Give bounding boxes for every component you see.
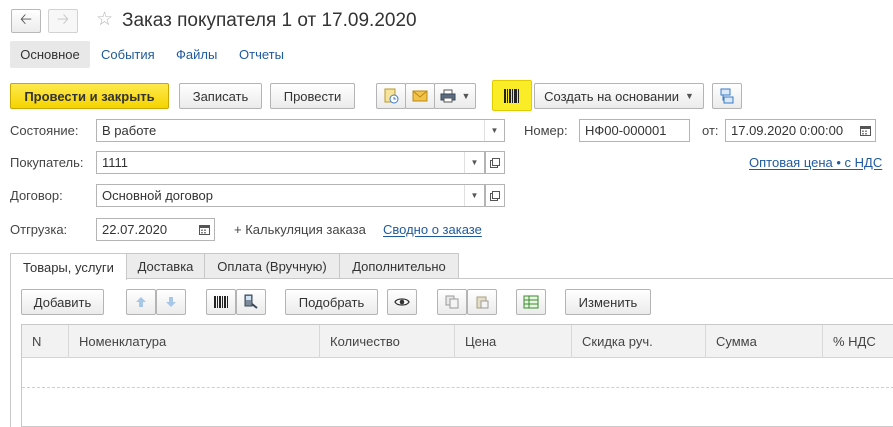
- tab-goods-services[interactable]: Товары, услуги: [10, 253, 127, 280]
- create-based-on-label: Создать на основании: [544, 88, 679, 104]
- page-title: Заказ покупателя 1 от 17.09.2020: [122, 10, 417, 31]
- data-collection-terminal-button[interactable]: [236, 289, 266, 315]
- column-header-discount[interactable]: Скидка руч.: [572, 325, 706, 358]
- open-window-icon: [490, 190, 500, 201]
- contract-label: Договор:: [10, 188, 63, 203]
- post-button[interactable]: Провести: [270, 83, 355, 109]
- column-header-quantity[interactable]: Количество: [320, 325, 455, 358]
- table-row[interactable]: [22, 358, 893, 388]
- column-header-n[interactable]: N: [22, 325, 69, 358]
- open-window-icon: [490, 157, 500, 168]
- column-header-price[interactable]: Цена: [455, 325, 572, 358]
- nav-tab-events[interactable]: События: [101, 47, 155, 63]
- shipment-date-value: 22.07.2020: [102, 222, 168, 237]
- chevron-down-icon[interactable]: ▼: [464, 185, 484, 206]
- view-button[interactable]: [387, 289, 417, 315]
- forward-button[interactable]: 🡢: [48, 9, 78, 33]
- chevron-down-icon[interactable]: ▼: [484, 120, 504, 141]
- order-summary-link[interactable]: Сводно о заказе: [383, 222, 482, 237]
- order-calc-toggle[interactable]: + Калькуляция заказа: [234, 222, 366, 237]
- arrow-up-icon: [135, 296, 147, 308]
- move-down-button[interactable]: [156, 289, 186, 315]
- structure-icon: [719, 88, 735, 104]
- terminal-icon: [243, 294, 259, 310]
- post-and-close-button[interactable]: Провести и закрыть: [10, 83, 169, 109]
- add-row-button[interactable]: Добавить: [21, 289, 104, 315]
- date-value: 17.09.2020 0:00:00: [731, 123, 844, 138]
- column-header-nomenclature[interactable]: Номенклатура: [69, 325, 320, 358]
- shipment-date-field[interactable]: 22.07.2020: [96, 218, 215, 241]
- open-buyer-button[interactable]: [485, 151, 505, 174]
- pick-items-button[interactable]: Подобрать: [285, 289, 378, 315]
- arrow-down-icon: [165, 296, 177, 308]
- document-history-icon: [383, 88, 399, 104]
- nav-tab-files[interactable]: Файлы: [176, 47, 217, 63]
- barcode-button[interactable]: [492, 80, 532, 111]
- goods-table[interactable]: N Номенклатура Количество Цена Скидка ру…: [21, 324, 893, 427]
- print-button[interactable]: ▼: [434, 83, 476, 109]
- chevron-down-icon: ▼: [461, 91, 471, 101]
- tab-payment[interactable]: Оплата (Вручную): [204, 253, 340, 279]
- document-history-button[interactable]: [376, 83, 406, 109]
- chevron-down-icon: ▼: [684, 91, 694, 101]
- chevron-down-icon[interactable]: ▼: [464, 152, 484, 173]
- structure-button[interactable]: [712, 83, 742, 109]
- barcode-icon: [213, 295, 229, 309]
- open-contract-button[interactable]: [485, 184, 505, 207]
- back-button[interactable]: 🡠: [11, 9, 41, 33]
- table-header: N Номенклатура Количество Цена Скидка ру…: [22, 325, 893, 358]
- arrow-left-icon: 🡠: [19, 10, 33, 28]
- shipment-label: Отгрузка:: [10, 222, 68, 237]
- nav-tab-main[interactable]: Основное: [10, 41, 90, 68]
- state-select[interactable]: В работе ▼: [96, 119, 505, 142]
- tab-additional[interactable]: Дополнительно: [339, 253, 459, 279]
- change-button[interactable]: Изменить: [565, 289, 651, 315]
- star-icon[interactable]: ☆: [96, 8, 113, 31]
- paste-rows-button[interactable]: [467, 289, 497, 315]
- arrow-right-icon: 🡢: [56, 10, 70, 28]
- price-type-link[interactable]: Оптовая цена • с НДС: [749, 155, 882, 170]
- envelope-icon: [412, 89, 428, 103]
- nav-tab-reports[interactable]: Отчеты: [239, 47, 284, 63]
- date-field[interactable]: 17.09.2020 0:00:00: [725, 119, 876, 142]
- tab-delivery[interactable]: Доставка: [126, 253, 205, 279]
- number-label: Номер:: [524, 123, 568, 138]
- contract-value: Основной договор: [102, 188, 213, 203]
- state-value: В работе: [102, 123, 157, 138]
- spreadsheet-button[interactable]: [516, 289, 546, 315]
- contract-select[interactable]: Основной договор ▼: [96, 184, 485, 207]
- copy-icon: [445, 295, 459, 309]
- column-header-vat[interactable]: % НДС: [823, 325, 893, 358]
- buyer-value: 1111: [102, 155, 129, 170]
- copy-rows-button[interactable]: [437, 289, 467, 315]
- create-based-on-button[interactable]: Создать на основании ▼: [534, 83, 704, 109]
- calendar-icon[interactable]: [855, 120, 875, 141]
- save-button[interactable]: Записать: [179, 83, 262, 109]
- state-label: Состояние:: [10, 123, 79, 138]
- spreadsheet-icon: [523, 295, 539, 309]
- printer-icon: [440, 89, 456, 103]
- buyer-select[interactable]: 1111 ▼: [96, 151, 485, 174]
- move-up-button[interactable]: [126, 289, 156, 315]
- barcode-icon: [503, 88, 521, 104]
- send-email-button[interactable]: [405, 83, 435, 109]
- buyer-label: Покупатель:: [10, 155, 84, 170]
- paste-icon: [475, 295, 489, 309]
- eye-icon: [394, 296, 410, 308]
- column-header-sum[interactable]: Сумма: [706, 325, 823, 358]
- date-label: от:: [702, 123, 719, 138]
- scan-barcode-button[interactable]: [206, 289, 236, 315]
- number-field[interactable]: НФ00-000001: [579, 119, 690, 142]
- calendar-icon[interactable]: [194, 219, 214, 240]
